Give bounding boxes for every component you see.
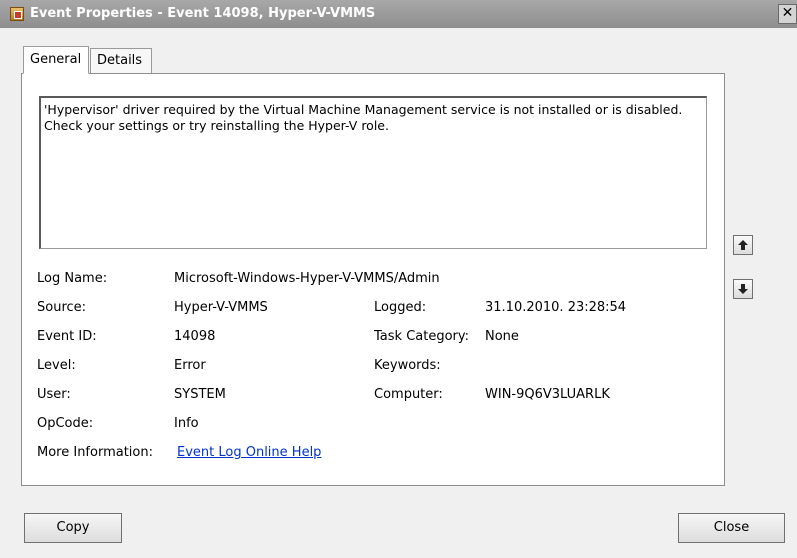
- more-information-label: More Information:: [37, 445, 153, 460]
- arrow-up-icon: [738, 240, 748, 250]
- tab-general[interactable]: General: [23, 46, 89, 74]
- tab-details[interactable]: Details: [90, 48, 152, 74]
- computer-value: WIN-9Q6V3LUARLK: [485, 387, 610, 402]
- opcode-value: Info: [174, 416, 199, 431]
- opcode-label: OpCode:: [37, 416, 94, 431]
- task-category-label: Task Category:: [374, 329, 470, 344]
- level-label: Level:: [37, 358, 76, 373]
- general-panel: 'Hypervisor' driver required by the Virt…: [21, 73, 725, 486]
- window-title: Event Properties - Event 14098, Hyper-V-…: [30, 6, 376, 21]
- log-name-value: Microsoft-Windows-Hyper-V-VMMS/Admin: [174, 271, 440, 286]
- log-name-label: Log Name:: [37, 271, 108, 286]
- logged-label: Logged:: [374, 300, 427, 315]
- keywords-label: Keywords:: [374, 358, 441, 373]
- computer-label: Computer:: [374, 387, 443, 402]
- title-bar: Event Properties - Event 14098, Hyper-V-…: [0, 0, 797, 28]
- event-id-label: Event ID:: [37, 329, 97, 344]
- user-value: SYSTEM: [174, 387, 226, 402]
- user-label: User:: [37, 387, 71, 402]
- arrow-down-icon: [738, 284, 748, 294]
- source-label: Source:: [37, 300, 87, 315]
- event-description[interactable]: 'Hypervisor' driver required by the Virt…: [39, 96, 707, 249]
- next-event-button[interactable]: [733, 279, 753, 299]
- previous-event-button[interactable]: [733, 235, 753, 255]
- event-id-value: 14098: [174, 329, 216, 344]
- logged-value: 31.10.2010. 23:28:54: [485, 300, 627, 315]
- close-window-button[interactable]: ✕: [778, 4, 797, 24]
- event-viewer-icon: [10, 7, 24, 21]
- level-value: Error: [174, 358, 206, 373]
- copy-button[interactable]: Copy: [24, 513, 122, 543]
- source-value: Hyper-V-VMMS: [174, 300, 268, 315]
- close-button[interactable]: Close: [678, 513, 785, 543]
- task-category-value: None: [485, 329, 519, 344]
- event-log-online-help-link[interactable]: Event Log Online Help: [177, 445, 321, 460]
